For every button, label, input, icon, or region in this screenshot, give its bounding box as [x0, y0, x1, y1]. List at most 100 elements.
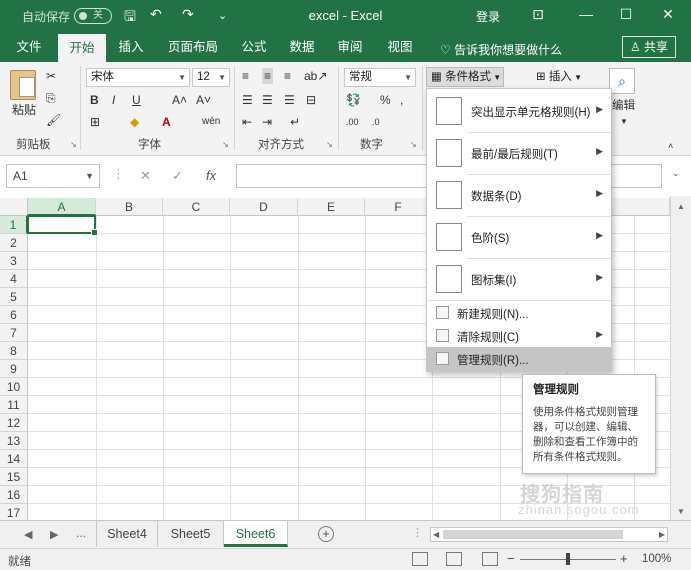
clipboard-launcher-icon[interactable]: ↘: [70, 140, 77, 149]
name-box[interactable]: A1 ▼: [6, 164, 100, 188]
expand-formula-icon[interactable]: ⌄: [672, 168, 680, 179]
sheet-tab-active[interactable]: Sheet6: [224, 521, 288, 547]
scroll-up-icon[interactable]: ▲: [677, 202, 685, 211]
row-header[interactable]: 10: [0, 378, 28, 396]
comma-icon[interactable]: ,: [400, 92, 403, 108]
row-header[interactable]: 13: [0, 432, 28, 450]
normal-view-icon[interactable]: [412, 552, 428, 566]
tab-review[interactable]: 审阅: [330, 32, 370, 62]
menu-item-top-bottom-rules[interactable]: 最前/最后规则(T) ▶: [427, 133, 611, 173]
decrease-font-icon[interactable]: A˅: [196, 92, 211, 108]
row-header[interactable]: 14: [0, 450, 28, 468]
customize-qat-icon[interactable]: ⌄: [218, 9, 227, 22]
collapse-ribbon-icon[interactable]: ˄: [668, 138, 673, 154]
increase-indent-icon[interactable]: ⇥: [262, 114, 272, 130]
ribbon-display-icon[interactable]: ⊡: [528, 6, 548, 23]
phonetic-icon[interactable]: wén: [202, 114, 220, 130]
format-painter-icon[interactable]: 🖌: [46, 112, 61, 128]
insert-cells-button[interactable]: ⊞ 插入 ▼: [536, 68, 582, 84]
zoom-in-icon[interactable]: +: [620, 551, 628, 566]
wrap-text-icon[interactable]: ↵: [290, 114, 300, 130]
copy-icon[interactable]: ⎘: [46, 90, 56, 106]
font-name-select[interactable]: 宋体 ▼: [86, 68, 190, 87]
cancel-icon[interactable]: ✕: [140, 168, 151, 184]
row-header[interactable]: 11: [0, 396, 28, 414]
more-sheets-button[interactable]: ...: [76, 526, 86, 540]
column-header[interactable]: F: [365, 198, 432, 216]
edit-label[interactable]: 编辑: [612, 98, 635, 114]
login-button[interactable]: 登录: [476, 8, 500, 25]
menu-item-highlight-rules[interactable]: 突出显示单元格规则(H) ▶: [427, 91, 611, 131]
active-cell-a1[interactable]: [27, 215, 98, 236]
font-launcher-icon[interactable]: ↘: [222, 140, 229, 149]
split-handle-icon[interactable]: ⋮: [412, 526, 423, 539]
bold-icon[interactable]: B: [90, 92, 99, 108]
row-header[interactable]: 2: [0, 234, 28, 252]
column-header[interactable]: C: [163, 198, 230, 216]
paste-icon[interactable]: [10, 70, 36, 100]
row-header[interactable]: 15: [0, 468, 28, 486]
tab-data[interactable]: 数据: [282, 32, 322, 62]
orientation-icon[interactable]: ab↗: [304, 68, 327, 84]
prev-sheet-icon[interactable]: ◀: [24, 528, 32, 541]
tab-formulas[interactable]: 公式: [234, 32, 274, 62]
tab-file[interactable]: 文件: [8, 32, 50, 62]
undo-icon[interactable]: ↶: [150, 6, 162, 23]
sheet-tab[interactable]: Sheet5: [158, 521, 224, 547]
row-header[interactable]: 6: [0, 306, 28, 324]
cut-icon[interactable]: ✂: [46, 68, 56, 84]
conditional-format-button[interactable]: ▦ 条件格式 ▼: [426, 67, 504, 87]
page-layout-view-icon[interactable]: [446, 552, 462, 566]
column-header[interactable]: D: [230, 198, 298, 216]
border-icon[interactable]: ⊞: [90, 114, 100, 130]
sheet-tab[interactable]: Sheet4: [96, 521, 158, 547]
enter-icon[interactable]: ✓: [172, 168, 183, 184]
next-sheet-icon[interactable]: ▶: [50, 528, 58, 541]
align-middle-icon[interactable]: ≡: [262, 68, 274, 84]
vertical-scrollbar[interactable]: ▲ ▼: [670, 196, 691, 520]
font-color-icon[interactable]: A: [162, 114, 171, 130]
menu-item-data-bars[interactable]: 数据条(D) ▶: [427, 175, 611, 215]
zoom-out-icon[interactable]: −: [507, 551, 515, 566]
row-header[interactable]: 4: [0, 270, 28, 288]
column-header[interactable]: B: [96, 198, 163, 216]
tab-view[interactable]: 视图: [380, 32, 420, 62]
save-icon[interactable]: 🖫: [124, 6, 136, 30]
column-header[interactable]: A: [28, 198, 96, 216]
row-header[interactable]: 8: [0, 342, 28, 360]
fill-color-icon[interactable]: ◆: [130, 114, 139, 130]
share-button[interactable]: ♙ 共享: [622, 36, 676, 58]
row-header[interactable]: 1: [0, 216, 28, 234]
row-header[interactable]: 16: [0, 486, 28, 504]
increase-decimal-icon[interactable]: .00: [346, 114, 359, 130]
horizontal-scrollbar[interactable]: ◀ ▶: [430, 527, 668, 542]
redo-icon[interactable]: ↷: [182, 6, 194, 23]
align-center-icon[interactable]: ☰: [262, 92, 273, 108]
scroll-down-icon[interactable]: ▼: [677, 507, 685, 516]
tab-insert[interactable]: 插入: [110, 32, 152, 62]
add-sheet-icon[interactable]: +: [318, 526, 334, 542]
page-break-view-icon[interactable]: [482, 552, 498, 566]
align-right-icon[interactable]: ☰: [284, 92, 295, 108]
align-top-icon[interactable]: ≡: [242, 68, 249, 84]
decrease-indent-icon[interactable]: ⇤: [242, 114, 252, 130]
maximize-button[interactable]: ☐: [616, 6, 636, 23]
accounting-format-icon[interactable]: 💱: [346, 92, 361, 108]
scroll-left-icon[interactable]: ◀: [433, 528, 439, 541]
italic-icon[interactable]: I: [112, 92, 115, 108]
autosave-toggle[interactable]: 关: [74, 8, 112, 24]
decrease-decimal-icon[interactable]: .0: [372, 114, 380, 130]
row-header[interactable]: 17: [0, 504, 28, 520]
menu-item-icon-sets[interactable]: 图标集(I) ▶: [427, 259, 611, 299]
select-all-corner[interactable]: [0, 198, 28, 216]
zoom-level[interactable]: 100%: [642, 553, 671, 565]
row-header[interactable]: 12: [0, 414, 28, 432]
row-header[interactable]: 3: [0, 252, 28, 270]
row-header[interactable]: 7: [0, 324, 28, 342]
find-button[interactable]: ⌕: [609, 68, 635, 94]
alignment-launcher-icon[interactable]: ↘: [326, 140, 333, 149]
row-header[interactable]: 5: [0, 288, 28, 306]
paste-label[interactable]: 粘贴: [12, 102, 36, 118]
tab-page-layout[interactable]: 页面布局: [160, 32, 226, 62]
number-launcher-icon[interactable]: ↘: [410, 140, 417, 149]
